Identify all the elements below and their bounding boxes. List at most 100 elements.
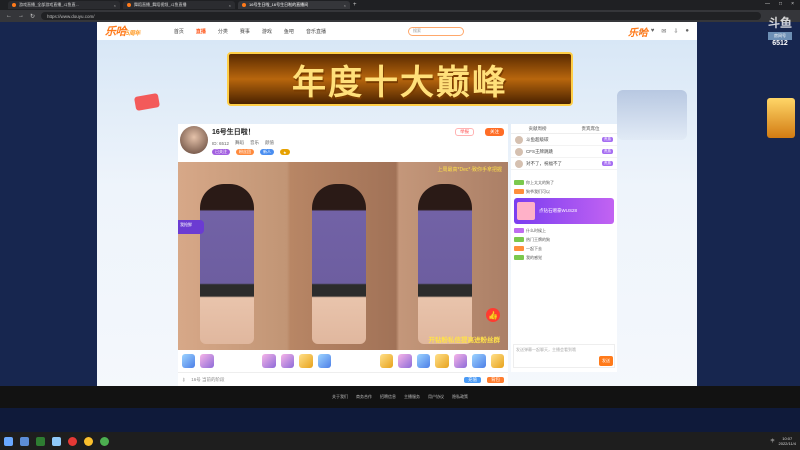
live-player: 16号生日啦！ ID: 6512 舞蹈 音乐 颜值 已关注 粉丝团 新人 ★ 举…: [178, 124, 508, 386]
url-input[interactable]: https://www.douyu.com/: [41, 12, 762, 20]
rank-row[interactable]: CFS王牌跳跳 贵族: [511, 146, 617, 158]
chat-message[interactable]: 什么时候上: [514, 226, 614, 235]
chat-message[interactable]: 一起下去: [514, 244, 614, 253]
footer-link[interactable]: 主播服务: [404, 394, 420, 400]
nav-music[interactable]: 音乐直播: [306, 28, 326, 35]
gift-icon[interactable]: [317, 354, 332, 368]
footer-link[interactable]: 隐私政策: [452, 394, 468, 400]
report-button[interactable]: 举报: [455, 128, 474, 136]
footer-link[interactable]: 用户协议: [428, 394, 444, 400]
nav-fishbar[interactable]: 鱼吧: [284, 28, 294, 35]
download-icon[interactable]: ⇩: [673, 28, 678, 35]
message-text: 一起下去: [526, 245, 542, 251]
message-icon[interactable]: ✉: [661, 28, 666, 35]
chat-message[interactable]: 我的感觉: [514, 253, 614, 262]
message-text: 狗爷我们可以: [526, 188, 550, 194]
browser-icon[interactable]: [84, 436, 93, 446]
chat-messages: 你上太太的狗了 狗爷我们可以 点钻石赠豪WUS28 什么时候上 热门王牌的狗 一…: [511, 176, 617, 338]
chat-message[interactable]: 狗爷我们可以: [514, 187, 614, 196]
send-button[interactable]: 发送: [599, 356, 613, 366]
gift-icon[interactable]: [262, 354, 276, 368]
new-tab-button[interactable]: +: [353, 2, 357, 8]
overlay-label: 房间号: [767, 32, 792, 40]
footer-link[interactable]: 招聘信息: [380, 394, 396, 400]
gift-icon[interactable]: [299, 354, 313, 368]
badge[interactable]: 新人: [260, 149, 274, 155]
search-input[interactable]: 搜索: [407, 26, 464, 36]
gift-icon[interactable]: [472, 354, 486, 368]
app-icon[interactable]: [100, 436, 109, 446]
backpack-button[interactable]: 背包: [487, 376, 504, 383]
browser-tab[interactable]: 游戏直播_全部游戏直播_斗鱼直... ×: [8, 1, 120, 9]
side-promo-tag[interactable]: 我抢鲜: [178, 220, 204, 234]
player-footer: ⚷ 16号 当前的阶段 充值 背包: [178, 372, 508, 386]
overlay-title: 斗鱼: [767, 16, 792, 30]
chat-message[interactable]: 热门王牌的狗: [514, 235, 614, 244]
reload-icon[interactable]: ↻: [30, 13, 35, 20]
gift-icon[interactable]: [379, 354, 394, 368]
browser-tab-active[interactable]: 16号生日啦_16号生日啦的直播间 ×: [238, 1, 350, 9]
browser-tab[interactable]: 舞蹈直播_舞蹈视频_斗鱼直播 ×: [123, 1, 235, 9]
clock[interactable]: 10:07 2022/11/4: [779, 436, 797, 446]
gift-icon[interactable]: [435, 354, 449, 368]
decoration-gift-icon: [133, 93, 161, 111]
close-window-button[interactable]: ×: [791, 1, 794, 7]
message-text: 我的感觉: [526, 254, 542, 260]
forward-arrow-icon[interactable]: →: [18, 13, 24, 19]
room-id: ID: 6512: [212, 140, 230, 146]
tab-close-icon[interactable]: ×: [229, 3, 231, 8]
video-stream[interactable]: 我抢鲜 上周最高*Dec*·致你手拿把握 👍 开钻粉私信提高进粉丝群: [178, 162, 508, 350]
gift-icon[interactable]: [416, 354, 431, 368]
gift-icon[interactable]: [280, 354, 295, 368]
streamer-avatar[interactable]: [180, 126, 208, 154]
tab-weekly-rank[interactable]: 贡献周榜: [529, 126, 547, 132]
minimize-button[interactable]: —: [765, 1, 770, 7]
user-icon[interactable]: ●: [685, 28, 689, 35]
search-icon[interactable]: [20, 436, 29, 446]
footer-link[interactable]: 关于我们: [332, 394, 348, 400]
badge[interactable]: 已关注: [212, 149, 230, 155]
badge[interactable]: 粉丝团: [236, 149, 254, 155]
gift-icon[interactable]: [200, 354, 214, 368]
promo-card[interactable]: 点钻石赠豪WUS28: [514, 198, 614, 224]
browser-tab-label: 游戏直播_全部游戏直播_斗鱼直...: [19, 2, 79, 7]
rank-tag: 贵族: [602, 137, 613, 142]
site-logo[interactable]: 乐哈5周年: [105, 23, 140, 39]
room-tag[interactable]: 音乐: [250, 140, 259, 146]
rank-row[interactable]: 斗鱼超级碳 贵族: [511, 134, 617, 146]
gift-icon[interactable]: [453, 354, 468, 368]
chat-message[interactable]: 你上太太的狗了: [514, 178, 614, 187]
nav-games[interactable]: 游戏: [262, 28, 272, 35]
back-arrow-icon[interactable]: ←: [6, 13, 12, 19]
rank-row[interactable]: 对不了，祝福不了 贵族: [511, 158, 617, 170]
nav-live[interactable]: 直播: [196, 28, 206, 35]
badge: ★: [280, 149, 290, 155]
follow-button[interactable]: 关注: [485, 128, 504, 136]
gift-bar: [178, 350, 508, 372]
charge-button[interactable]: 充值: [464, 376, 481, 383]
like-icon[interactable]: 👍: [486, 308, 500, 322]
footer-link[interactable]: 商务合作: [356, 394, 372, 400]
app-icon[interactable]: [36, 436, 45, 446]
event-banner[interactable]: 年度十大巅峰: [227, 52, 573, 106]
message-text: 热门王牌的狗: [526, 236, 550, 242]
side-gift-widget[interactable]: [767, 98, 795, 138]
nav-events[interactable]: 赛事: [240, 28, 250, 35]
app-icon[interactable]: [68, 436, 77, 446]
room-category[interactable]: 舞蹈: [235, 140, 244, 146]
gift-icon[interactable]: [490, 354, 505, 368]
rank-name: 对不了，祝福不了: [526, 160, 562, 166]
gift-icon[interactable]: [182, 354, 196, 368]
tab-vip-seats[interactable]: 贵宾席位: [582, 126, 600, 132]
room-tag[interactable]: 颜值: [265, 140, 274, 146]
folder-icon[interactable]: [52, 436, 61, 446]
windows-start-icon[interactable]: [4, 436, 13, 446]
nav-category[interactable]: 分类: [218, 28, 228, 35]
nav-home[interactable]: 首页: [174, 28, 184, 35]
language-indicator[interactable]: 中: [771, 438, 775, 444]
gift-icon[interactable]: [398, 354, 412, 368]
maximize-button[interactable]: □: [779, 1, 782, 7]
follow-icon[interactable]: ♥: [651, 28, 655, 35]
tab-close-icon[interactable]: ×: [344, 3, 346, 8]
tab-close-icon[interactable]: ×: [114, 3, 116, 8]
